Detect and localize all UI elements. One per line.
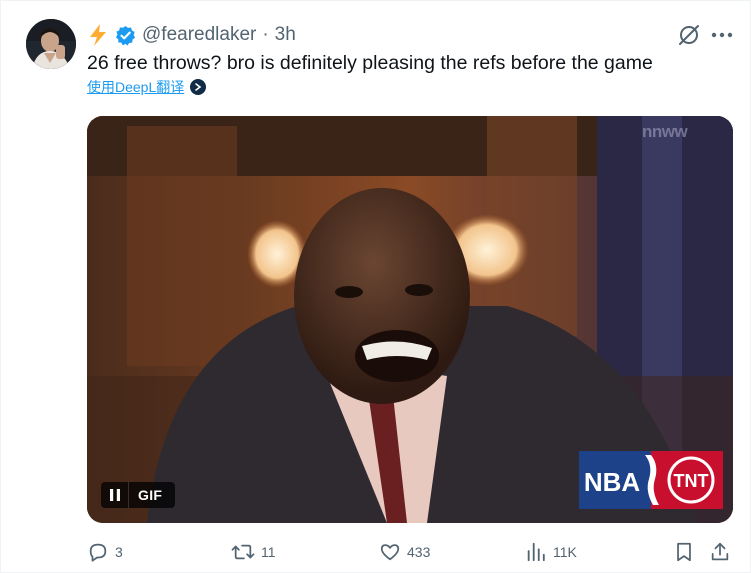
- retweet-icon: [231, 544, 255, 560]
- grok-icon[interactable]: [677, 23, 701, 47]
- tweet-header: @fearedlaker · 3h: [87, 21, 296, 49]
- view-count: 11K: [553, 544, 577, 560]
- translate-row[interactable]: 使用DeepL翻译: [87, 77, 207, 97]
- tweet-text: 26 free throws? bro is definitely pleasi…: [87, 52, 653, 74]
- avatar[interactable]: [26, 19, 76, 69]
- share-icon: [711, 542, 729, 561]
- gif-label: GIF: [138, 487, 163, 503]
- like-count: 433: [407, 544, 431, 560]
- views-button[interactable]: 11K: [525, 539, 577, 565]
- avatar-image: [26, 19, 76, 69]
- bookmark-icon: [677, 542, 691, 562]
- tnt-logo-text: TNT: [674, 471, 709, 491]
- media-gif[interactable]: nnww NBA TNT GIF: [87, 116, 733, 523]
- heart-icon: [380, 544, 400, 561]
- tweet-card[interactable]: @fearedlaker · 3h 26 free throws? bro is…: [0, 0, 751, 573]
- retweet-button[interactable]: 11: [231, 539, 276, 565]
- more-options-icon[interactable]: [709, 23, 735, 47]
- reply-button[interactable]: 3: [87, 539, 123, 565]
- verified-badge-icon[interactable]: [115, 25, 136, 46]
- analytics-icon: [527, 542, 545, 562]
- bolt-emoji-icon: [87, 23, 109, 47]
- nba-logo-text: NBA: [584, 467, 641, 497]
- header-separator: ·: [262, 24, 269, 45]
- author-handle[interactable]: @fearedlaker: [142, 24, 256, 46]
- tweet-timestamp[interactable]: 3h: [275, 24, 296, 46]
- action-bar: 3 11 433 11K: [87, 539, 733, 565]
- deepl-icon: [190, 79, 207, 95]
- nba-tnt-logo: NBA TNT: [579, 451, 723, 509]
- reply-count: 3: [115, 544, 123, 560]
- gif-controls[interactable]: GIF: [101, 482, 175, 508]
- share-button[interactable]: [709, 539, 731, 565]
- retweet-count: 11: [261, 544, 276, 560]
- watermark: nnww: [642, 122, 688, 141]
- reply-icon: [89, 543, 107, 562]
- pause-icon[interactable]: [101, 482, 129, 508]
- translate-link[interactable]: 使用DeepL翻译: [87, 77, 184, 97]
- like-button[interactable]: 433: [379, 539, 430, 565]
- bookmark-button[interactable]: [673, 539, 695, 565]
